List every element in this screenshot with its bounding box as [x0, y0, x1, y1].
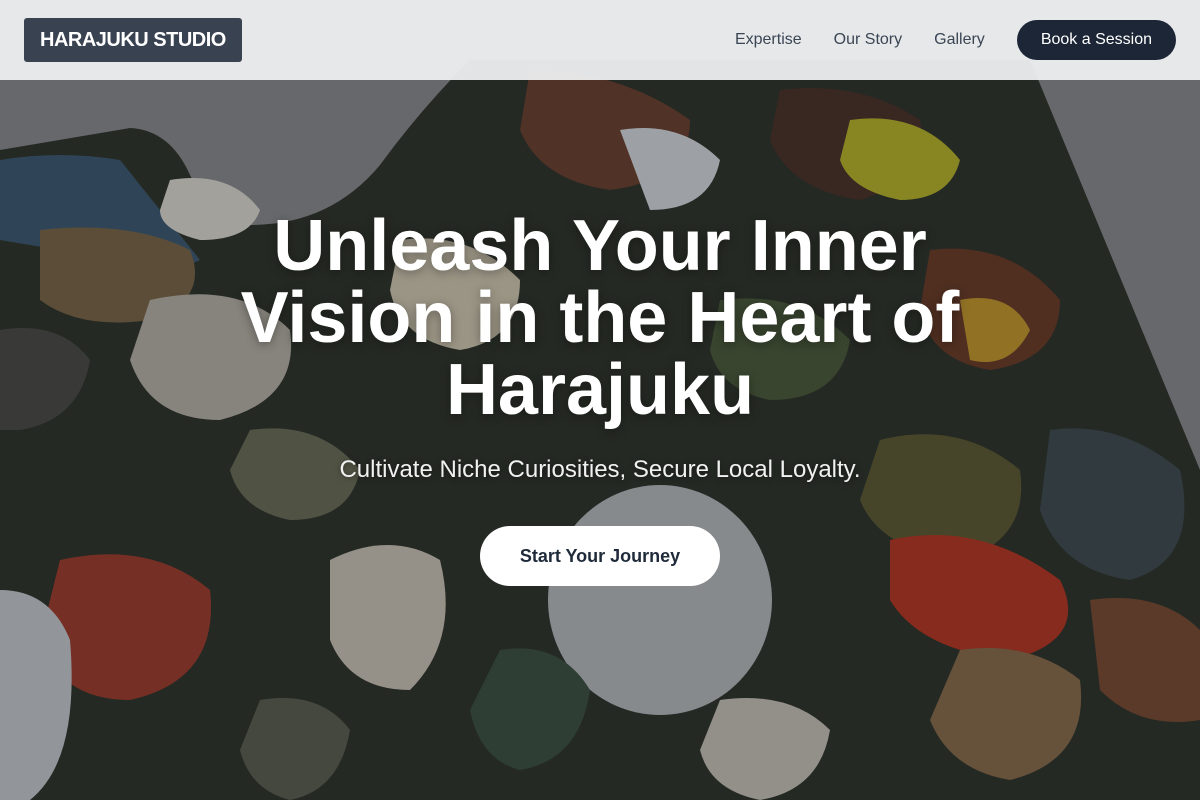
nav-link-gallery[interactable]: Gallery	[934, 31, 985, 49]
hero-section: Unleash Your Inner Vision in the Heart o…	[0, 210, 1200, 586]
brand-logo[interactable]: HARAJUKU STUDIO	[24, 18, 242, 62]
hero-title: Unleash Your Inner Vision in the Heart o…	[240, 206, 960, 430]
nav-link-expertise[interactable]: Expertise	[735, 31, 802, 49]
book-session-button[interactable]: Book a Session	[1016, 20, 1176, 60]
start-journey-button[interactable]: Start Your Journey	[480, 526, 720, 586]
nav-menu: Expertise Our Story Gallery Book a Sessi…	[735, 20, 1176, 60]
hero-subtitle: Cultivate Niche Curiosities, Secure Loca…	[339, 456, 861, 483]
top-navbar: HARAJUKU STUDIO Expertise Our Story Gall…	[0, 0, 1200, 80]
nav-link-our-story[interactable]: Our Story	[834, 31, 902, 49]
